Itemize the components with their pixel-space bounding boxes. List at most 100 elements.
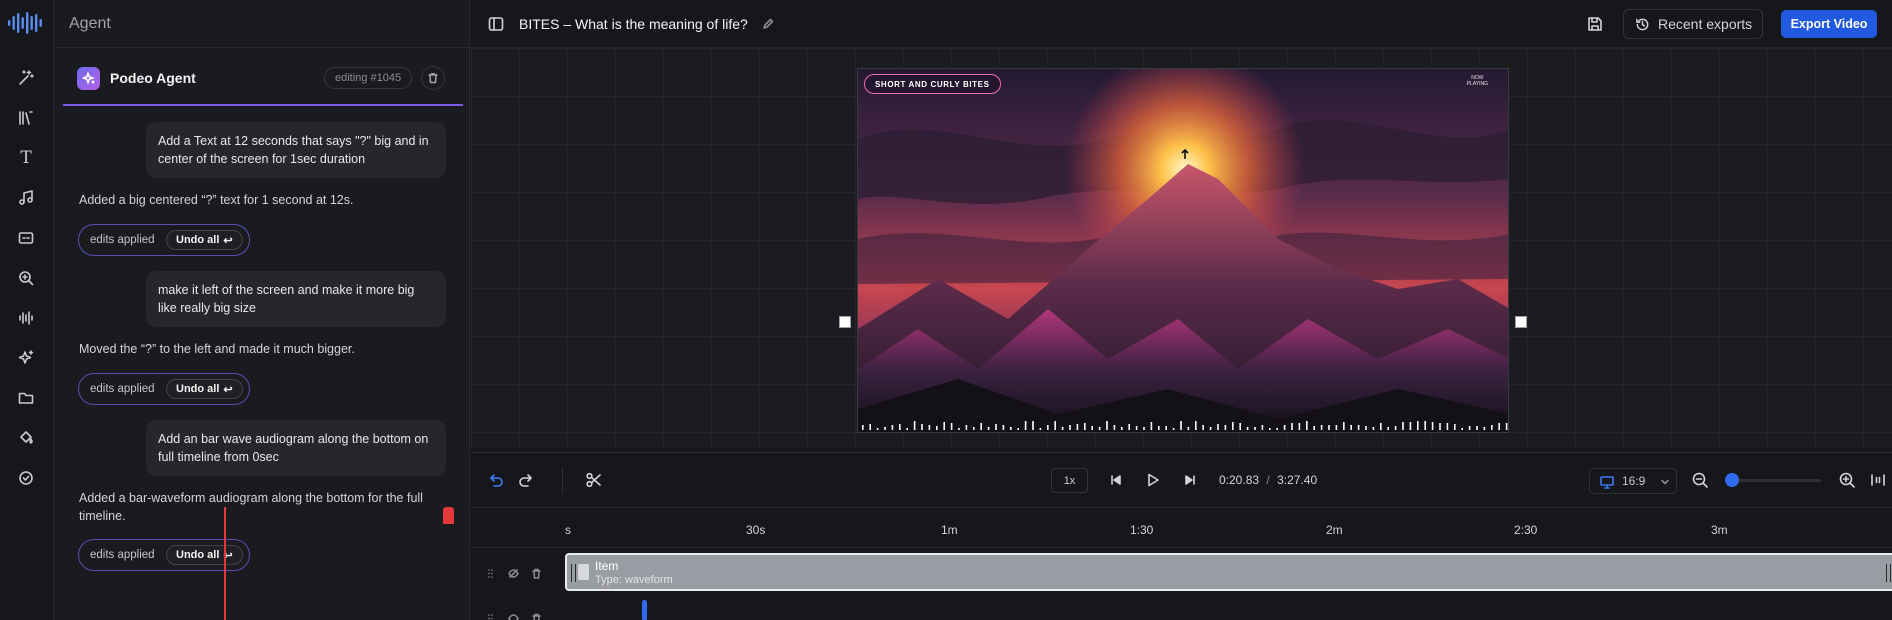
- clip-type: Type: waveform: [595, 574, 673, 586]
- waveform-bar: [1121, 427, 1123, 430]
- waveform-bar: [1283, 425, 1286, 430]
- waveform-bar: [1350, 425, 1352, 430]
- playback-speed-button[interactable]: 1x: [1051, 468, 1088, 493]
- zoom-slider-knob[interactable]: [1725, 473, 1739, 487]
- chevron-down-icon: [1661, 479, 1669, 485]
- undo-icon[interactable]: [487, 471, 505, 489]
- save-icon[interactable]: [1586, 15, 1604, 33]
- waveform-bar: [1320, 425, 1323, 430]
- waveform-bar: [1091, 426, 1093, 430]
- waveform-bar: [1069, 425, 1071, 430]
- playhead-handle[interactable]: [443, 507, 454, 524]
- user-message: Add a Text at 12 seconds that says "?" b…: [146, 122, 446, 178]
- waveform-bar: [943, 422, 945, 430]
- waveform-bar: [973, 427, 975, 430]
- waveform-bar: [1010, 427, 1012, 430]
- waveform-bar: [958, 428, 960, 430]
- skip-back-icon[interactable]: [1107, 471, 1125, 489]
- library-icon[interactable]: [14, 106, 38, 130]
- timecode: 0:20.83 / 3:27.40: [1219, 473, 1318, 487]
- undo-all-button[interactable]: Undo all ↩: [166, 545, 243, 565]
- folder-icon[interactable]: [14, 386, 38, 410]
- agent-avatar: [77, 67, 100, 90]
- clip-label: Item: [595, 559, 619, 573]
- waveform-bar: [1209, 427, 1212, 430]
- drag-handle-icon[interactable]: [485, 613, 496, 620]
- agent-panel-header: Agent: [54, 0, 469, 48]
- visibility-icon[interactable]: [508, 568, 519, 579]
- waveform-bar: [1306, 421, 1308, 430]
- music-icon[interactable]: [14, 186, 38, 210]
- ruler-label: 30s: [746, 523, 766, 537]
- monitor-icon: [1600, 476, 1614, 489]
- edit-title-icon[interactable]: [762, 18, 774, 30]
- undo-all-button[interactable]: Undo all ↩: [166, 230, 243, 250]
- current-time: 0:20.83: [1219, 473, 1260, 487]
- magic-wand-icon[interactable]: [14, 66, 38, 90]
- waveform-bar: [1165, 426, 1167, 430]
- waveform-bar: [1491, 425, 1493, 430]
- audiogram-icon[interactable]: [14, 306, 38, 330]
- editing-badge: editing #1045: [324, 67, 413, 89]
- aspect-ratio-select[interactable]: 16:9: [1589, 468, 1677, 494]
- waveform-bar: [1505, 423, 1508, 430]
- waveform-bar: [862, 425, 864, 430]
- agent-identity-bar: Podeo Agent editing #1045: [63, 56, 463, 106]
- waveform-bar: [980, 423, 982, 430]
- waveform-bar: [1387, 427, 1389, 430]
- resize-handle-right[interactable]: [1515, 316, 1527, 328]
- check-circle-icon[interactable]: [14, 466, 38, 490]
- skip-forward-icon[interactable]: [1181, 471, 1199, 489]
- edits-applied-pill: edits applied Undo all ↩: [78, 373, 250, 405]
- waveform-bar: [1276, 428, 1278, 430]
- sidebar-toggle-icon[interactable]: [488, 16, 504, 32]
- resize-handle-left[interactable]: [839, 316, 851, 328]
- zoom-out-icon[interactable]: [1691, 471, 1709, 489]
- waveform-bar: [1269, 428, 1271, 430]
- playhead[interactable]: [224, 507, 454, 620]
- waveform-clip[interactable]: Item Type: waveform: [565, 553, 1892, 591]
- redo-icon[interactable]: [517, 471, 535, 489]
- recent-exports-button[interactable]: Recent exports: [1623, 9, 1763, 39]
- timeline-ruler[interactable]: s 30s 1m 1:30 2m 2:30 3m: [471, 508, 1892, 548]
- sparkle-icon: [81, 71, 95, 85]
- paint-bucket-icon[interactable]: [14, 426, 38, 450]
- trash-icon[interactable]: [531, 613, 542, 620]
- trash-icon: [428, 73, 438, 84]
- waveform-bar: [1024, 421, 1027, 430]
- waveform-bar: [1047, 425, 1049, 430]
- visibility-icon[interactable]: [508, 613, 519, 620]
- trash-icon[interactable]: [531, 568, 542, 579]
- sparkle-icon[interactable]: [14, 346, 38, 370]
- captions-icon[interactable]: [14, 226, 38, 250]
- clip-trim-handle-right[interactable]: [1886, 564, 1891, 582]
- track-item-marker[interactable]: [642, 600, 647, 620]
- text-icon[interactable]: T: [14, 146, 38, 170]
- clear-chat-button[interactable]: [421, 66, 445, 90]
- clip-trim-handle-left[interactable]: [571, 564, 576, 582]
- fit-timeline-icon[interactable]: [1869, 471, 1887, 489]
- editor-top-bar: BITES – What is the meaning of life? Rec…: [470, 0, 1892, 48]
- waveform-bar: [936, 426, 938, 430]
- zoom-icon[interactable]: [14, 266, 38, 290]
- export-video-button[interactable]: Export Video: [1781, 10, 1877, 38]
- zoom-in-icon[interactable]: [1838, 471, 1856, 489]
- waveform-bar: [1261, 425, 1264, 430]
- track-controls: [485, 608, 545, 620]
- divider: [562, 467, 563, 494]
- undo-all-button[interactable]: Undo all ↩: [166, 379, 243, 399]
- scissors-icon[interactable]: [585, 471, 603, 489]
- track-controls: [485, 563, 545, 583]
- waveform-bar: [921, 424, 923, 430]
- waveform-bar: [1394, 426, 1397, 430]
- document-icon: [578, 564, 589, 580]
- play-icon[interactable]: [1144, 471, 1162, 489]
- waveform-bar: [1246, 427, 1249, 430]
- undo-icon: ↩: [223, 383, 233, 396]
- waveform-bar: [1439, 423, 1441, 430]
- video-preview[interactable]: SHORT AND CURLY BITES NOW PLAYING: [857, 68, 1509, 433]
- edits-applied-label: edits applied: [90, 234, 155, 246]
- zoom-slider-track[interactable]: [1726, 479, 1821, 482]
- drag-handle-icon[interactable]: [485, 568, 496, 579]
- waveform-bar: [1143, 427, 1145, 430]
